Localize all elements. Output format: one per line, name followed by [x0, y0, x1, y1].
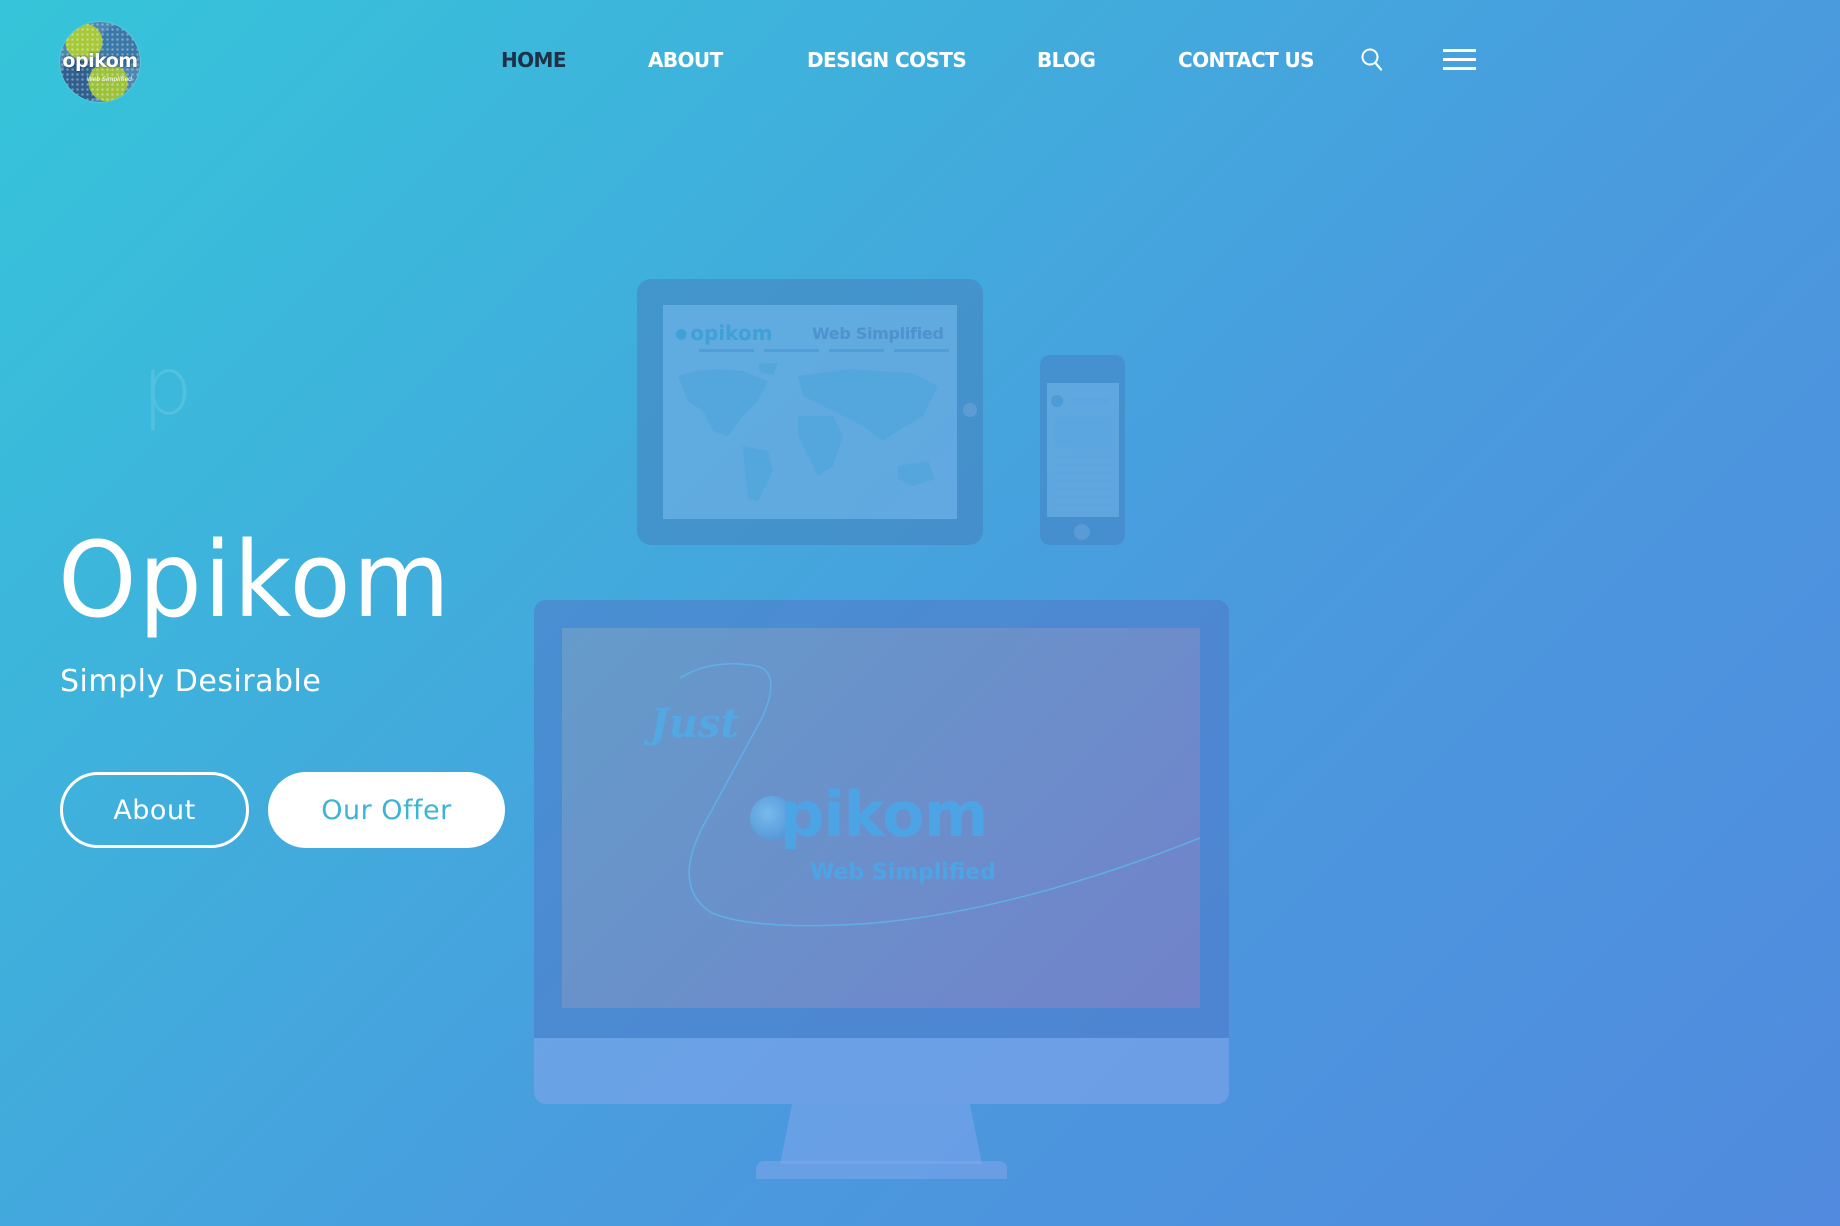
nav-design-costs[interactable]: DESIGN COSTS: [807, 46, 967, 74]
phone-home-button: [1074, 524, 1090, 540]
monitor-chin: [534, 1038, 1229, 1104]
animated-ghost-letter: p: [142, 340, 193, 433]
monitor-bezel: Just pikom Web Simplified: [534, 600, 1229, 1038]
tablet-tagline: Web Simplified: [812, 324, 944, 343]
search-icon[interactable]: [1360, 47, 1384, 73]
nav-about[interactable]: ABOUT: [648, 46, 723, 74]
swoosh-curve: [679, 662, 1200, 927]
hero-title: Opikom: [58, 519, 452, 641]
phone-illustration: [1040, 355, 1125, 545]
nav-blog[interactable]: BLOG: [1037, 46, 1096, 74]
nav-contact-us[interactable]: CONTACT US: [1178, 46, 1315, 74]
phone-screen: [1047, 383, 1119, 517]
brand-logo[interactable]: opikom Web Simplified: [60, 22, 140, 102]
monitor-script-text: Just: [650, 700, 740, 747]
tablet-home-button: [963, 403, 977, 417]
monitor-stand-base: [756, 1161, 1007, 1179]
nav-home[interactable]: HOME: [501, 46, 567, 74]
tablet-illustration: opikom Web Simplified: [637, 279, 983, 545]
logo-text: opikom: [62, 50, 138, 72]
about-button[interactable]: About: [60, 772, 249, 848]
hamburger-menu-icon[interactable]: [1443, 49, 1476, 71]
monitor-tagline: Web Simplified: [810, 860, 996, 885]
tablet-nav-lines: [699, 349, 949, 352]
monitor-logo-globe-icon: [750, 796, 794, 840]
tablet-logo-text: opikom: [675, 321, 772, 345]
world-map-icon: [678, 363, 938, 501]
hero-subtitle: Simply Desirable: [60, 664, 322, 699]
logo-subtext: Web Simplified: [86, 76, 132, 83]
monitor-stand-neck: [780, 1104, 982, 1164]
monitor-logo-text: pikom: [780, 778, 988, 851]
monitor-screen: Just pikom Web Simplified: [562, 628, 1200, 1008]
our-offer-button[interactable]: Our Offer: [268, 772, 505, 848]
monitor-illustration: Just pikom Web Simplified: [534, 600, 1229, 1104]
tablet-screen: opikom Web Simplified: [663, 305, 957, 519]
